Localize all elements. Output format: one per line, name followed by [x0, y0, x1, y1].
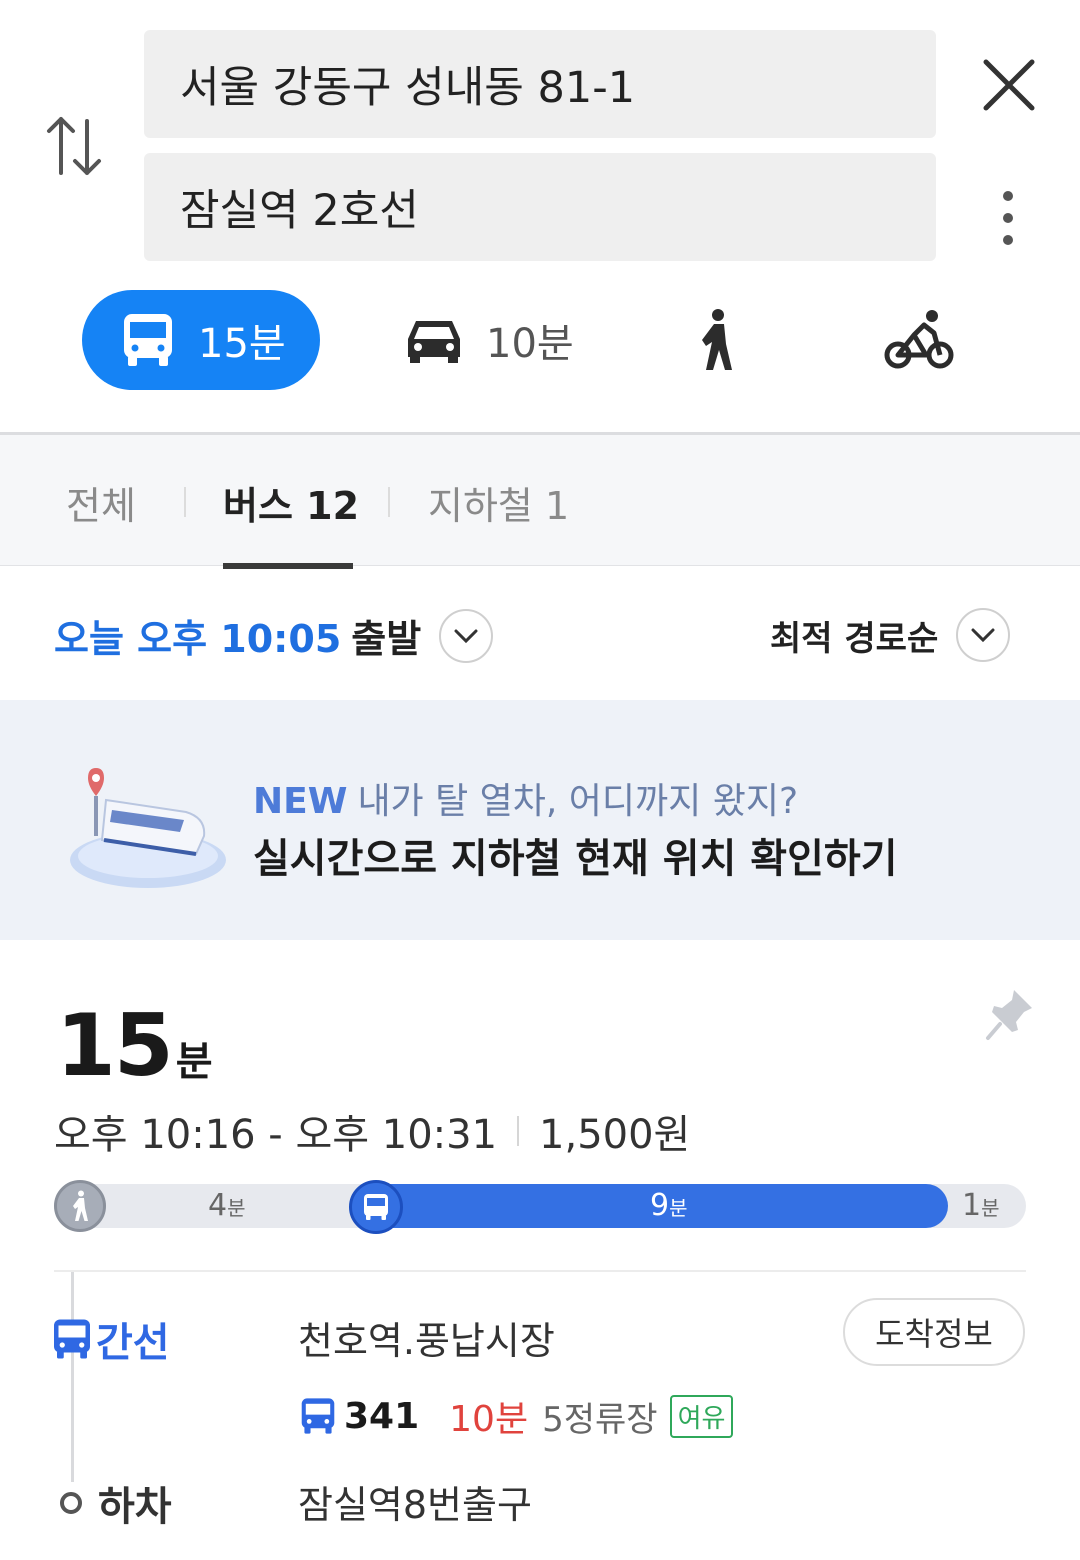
- bus-line-info[interactable]: 341 10분 5정류장 여유: [300, 1390, 734, 1442]
- more-vertical-icon: [1003, 191, 1013, 245]
- arrival-info-button[interactable]: 도착정보: [843, 1298, 1025, 1366]
- banner-headline-text: 내가 탈 열차, 어디까지 왔지?: [357, 781, 799, 822]
- alight-step-type: 하차: [60, 1474, 172, 1532]
- banner-headline: NEW 내가 탈 열차, 어디까지 왔지?: [253, 772, 798, 824]
- active-tab-indicator: [223, 563, 353, 569]
- bus-segment-marker: [349, 1180, 403, 1234]
- pin-icon: [986, 990, 1032, 1040]
- board-station[interactable]: 천호역.풍납시장: [298, 1310, 555, 1365]
- chevron-down-icon: [971, 628, 995, 643]
- bus-eta: 10분: [449, 1399, 529, 1440]
- board-type-label: 간선: [96, 1320, 170, 1366]
- close-icon: [983, 59, 1035, 111]
- tab-all[interactable]: 전체: [66, 475, 136, 530]
- summary-divider: [517, 1116, 520, 1146]
- chevron-down-icon: [454, 629, 478, 643]
- duration-unit: 분: [175, 1039, 213, 1085]
- tab-bus[interactable]: 버스 12: [223, 475, 359, 530]
- departure-time: 오늘 오후 10:05: [54, 617, 342, 661]
- mode-car-label: 10분: [486, 321, 574, 367]
- time-range: 오후 10:16 - 오후 10:31: [54, 1112, 498, 1158]
- segment-bus-label: 9분: [650, 1188, 688, 1223]
- sort-selector[interactable]: 최적 경로순: [770, 608, 1011, 662]
- route-summary: 오후 10:16 - 오후 10:31 1,500원: [54, 1102, 690, 1160]
- sort-dropdown-button[interactable]: [956, 608, 1011, 662]
- mode-car-button[interactable]: 10분: [404, 290, 574, 390]
- bus-icon: [54, 1319, 90, 1359]
- train-illustration-icon: [70, 768, 226, 888]
- bus-number: 341: [344, 1395, 420, 1437]
- mode-transit-button[interactable]: 15분: [82, 290, 320, 390]
- mode-transit-label: 15분: [198, 321, 286, 367]
- route-duration: 15 분: [56, 996, 213, 1096]
- crowd-badge: 여유: [669, 1394, 734, 1438]
- origin-field[interactable]: 서울 강동구 성내동 81-1: [144, 30, 936, 138]
- swap-arrows-icon: [47, 117, 101, 175]
- mode-bike-button[interactable]: [884, 290, 954, 390]
- board-step-type: 간선: [52, 1310, 170, 1368]
- car-icon: [408, 321, 460, 363]
- departure-suffix: 출발: [351, 617, 422, 661]
- tab-divider: [184, 487, 186, 517]
- bus-icon: [364, 1194, 388, 1220]
- fare: 1,500원: [539, 1112, 691, 1158]
- bike-icon: [884, 310, 954, 369]
- walk-icon: [702, 309, 732, 370]
- duration-number: 15: [56, 996, 174, 1096]
- bus-segment-bar: [350, 1184, 948, 1228]
- more-options-button[interactable]: [990, 188, 1026, 252]
- segment-walk-1-label: 4분: [208, 1188, 246, 1223]
- bus-stops-count: 5정류장: [542, 1399, 658, 1440]
- tab-divider: [388, 487, 390, 517]
- route-step-line: [71, 1272, 74, 1482]
- alight-station[interactable]: 잠실역8번출구: [298, 1474, 532, 1529]
- alight-marker-icon: [60, 1492, 82, 1514]
- alight-label: 하차: [98, 1484, 172, 1530]
- divider: [54, 1270, 1026, 1272]
- route-tabs: 전체 버스 12 지하철 1: [0, 432, 1080, 569]
- pin-route-button[interactable]: [984, 986, 1036, 1042]
- close-button[interactable]: [976, 52, 1042, 118]
- swap-direction-button[interactable]: [40, 110, 106, 182]
- walk-segment-marker: [54, 1180, 106, 1232]
- tab-subway[interactable]: 지하철 1: [428, 475, 569, 530]
- banner-cta: 실시간으로 지하철 현재 위치 확인하기: [253, 836, 898, 882]
- bus-icon: [124, 314, 172, 366]
- sort-label: 최적 경로순: [770, 618, 939, 659]
- departure-dropdown-button[interactable]: [439, 608, 494, 663]
- new-badge: NEW: [253, 781, 348, 822]
- bus-icon: [301, 1398, 335, 1434]
- segment-walk-2-label: 1분: [962, 1188, 1000, 1223]
- subway-location-banner[interactable]: NEW 내가 탈 열차, 어디까지 왔지? 실시간으로 지하철 현재 위치 확인하…: [0, 700, 1080, 940]
- departure-time-selector[interactable]: 오늘 오후 10:05 출발: [54, 608, 494, 663]
- mode-walk-button[interactable]: [696, 290, 736, 390]
- destination-field[interactable]: 잠실역 2호선: [144, 153, 936, 261]
- walk-icon: [73, 1190, 88, 1221]
